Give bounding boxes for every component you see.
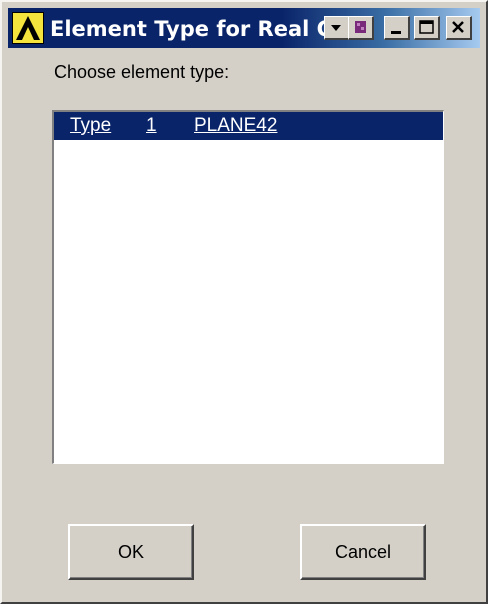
minimize-button[interactable] [384, 16, 410, 40]
window-title: Element Type for Real Co [50, 17, 326, 41]
list-item-element-name: PLANE42 [194, 115, 278, 136]
element-type-listbox[interactable]: Type 1 PLANE42 [52, 110, 444, 464]
close-button[interactable] [446, 16, 472, 40]
list-item-type-label: Type [70, 115, 112, 136]
menu-arrow-button[interactable] [324, 16, 350, 40]
palette-icon [355, 21, 366, 33]
list-item-number: 1 [146, 115, 157, 136]
ansys-logo-icon[interactable] [12, 12, 44, 44]
dialog-window: Element Type for Real Co Choose element … [0, 0, 488, 604]
maximize-icon [419, 20, 434, 34]
close-icon [452, 21, 464, 33]
palette-button[interactable] [348, 16, 374, 40]
choose-element-type-label: Choose element type: [54, 62, 230, 82]
maximize-button[interactable] [414, 16, 440, 40]
minimize-icon [391, 31, 401, 34]
ok-button[interactable]: OK [68, 524, 194, 580]
chevron-down-icon [331, 25, 341, 31]
title-bar[interactable]: Element Type for Real Co [8, 8, 480, 48]
cancel-button[interactable]: Cancel [300, 524, 426, 580]
list-item[interactable]: Type 1 PLANE42 [54, 112, 443, 140]
